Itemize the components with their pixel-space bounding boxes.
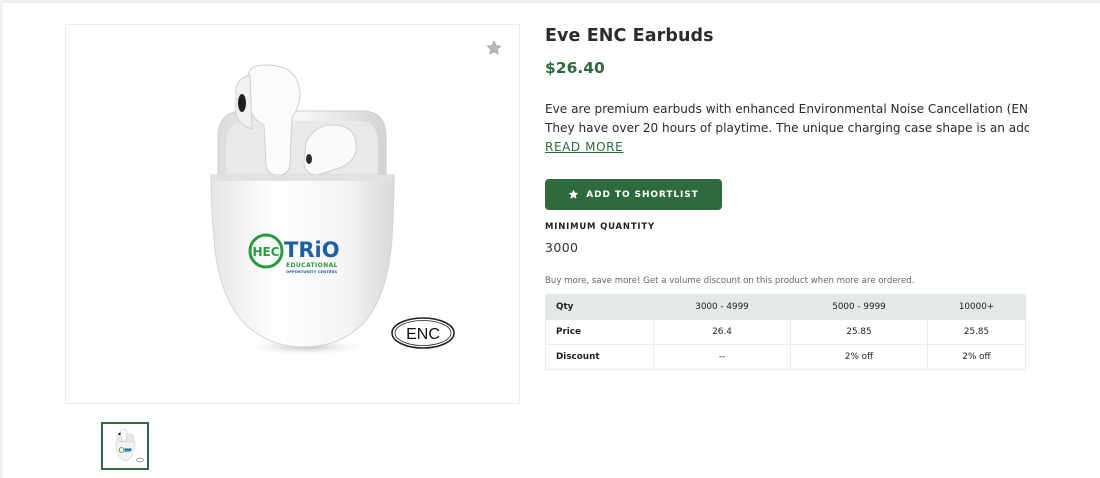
read-more-link[interactable]: READ MORE (545, 139, 623, 156)
star-icon (569, 189, 579, 199)
add-to-shortlist-button[interactable]: ADD TO SHORTLIST (545, 179, 722, 210)
description-line-1: Eve are premium earbuds with enhanced En… (545, 102, 1029, 116)
table-cell: 26.4 (653, 319, 791, 345)
thumbnail-earbuds-icon (115, 428, 144, 463)
row-label-discount: Discount (545, 344, 654, 370)
minimum-quantity-label: MINIMUM QUANTITY (545, 222, 655, 232)
header-cell: Qty (545, 294, 654, 320)
product-details: Eve ENC Earbuds $26.40 Eve are premium e… (545, 24, 1030, 370)
shortlist-button-label: ADD TO SHORTLIST (586, 189, 699, 200)
product-image-panel: HEC TRiO EDUCATIONAL OPPORTUNITY CENTERS… (65, 24, 520, 404)
thumbnail-image[interactable] (101, 422, 149, 470)
logo-badge-text: HEC (252, 245, 279, 259)
header-cell: 3000 - 4999 (653, 294, 791, 320)
volume-discount-table: Qty 3000 - 4999 5000 - 9999 10000+ Price… (545, 294, 1026, 370)
table-cell: 2% off (790, 344, 928, 370)
table-cell: 25.85 (927, 319, 1026, 345)
header-cell: 5000 - 9999 (790, 294, 928, 320)
description-line-2: They have over 20 hours of playtime. The… (545, 121, 1029, 135)
top-divider (0, 0, 1100, 3)
product-description: Eve are premium earbuds with enhanced En… (545, 100, 1029, 157)
minimum-quantity-value: 3000 (545, 240, 579, 255)
table-cell: 25.85 (790, 319, 928, 345)
table-row: Price 26.4 25.85 25.85 (545, 319, 1026, 345)
table-header-row: Qty 3000 - 4999 5000 - 9999 10000+ (545, 294, 1026, 320)
volume-discount-note: Buy more, save more! Get a volume discou… (545, 276, 915, 286)
star-icon[interactable] (485, 39, 503, 57)
table-cell: -- (653, 344, 791, 370)
left-divider (0, 0, 3, 478)
product-title: Eve ENC Earbuds (545, 26, 714, 46)
product-image[interactable]: HEC TRiO EDUCATIONAL OPPORTUNITY CENTERS… (66, 25, 521, 405)
enc-badge-text: ENC (406, 326, 440, 343)
logo-trio-text: TRiO (284, 238, 340, 262)
logo-subtitle-1: EDUCATIONAL (286, 262, 338, 269)
table-row: Discount -- 2% off 2% off (545, 344, 1026, 370)
logo-subtitle-2: OPPORTUNITY CENTERS (286, 269, 337, 274)
table-cell: 2% off (927, 344, 1026, 370)
product-price: $26.40 (545, 59, 605, 77)
header-cell: 10000+ (927, 294, 1026, 320)
row-label-price: Price (545, 319, 654, 345)
